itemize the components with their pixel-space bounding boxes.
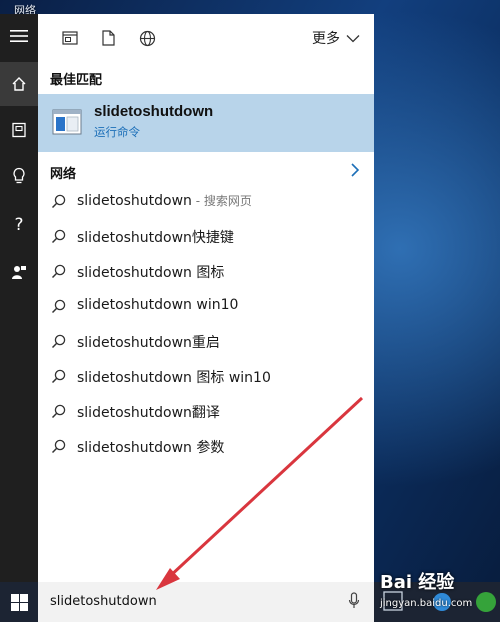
suggestion-item[interactable]: slidetoshutdown 图标 (38, 254, 374, 289)
hamburger-icon (10, 30, 28, 42)
suggestion-item[interactable]: slidetoshutdown 图标 win10 (38, 359, 374, 394)
best-match-name: slidetoshutdown (94, 103, 214, 120)
suggestion-text: slidetoshutdown快捷键 (77, 230, 234, 246)
feedback-icon (12, 266, 26, 279)
microphone-icon[interactable] (348, 592, 360, 610)
suggestion-item[interactable]: slidetoshutdown 参数 (38, 429, 374, 464)
question-icon: ? (14, 215, 23, 233)
search-icon (51, 229, 66, 244)
chevron-down-icon (346, 34, 360, 42)
baidu-watermark: Bai 经验 (380, 572, 455, 593)
start-button[interactable] (0, 582, 38, 622)
home-icon (12, 77, 26, 91)
taskbar-search-box[interactable]: slidetoshutdown (38, 582, 374, 622)
search-icon (51, 439, 66, 454)
notebook-icon (12, 122, 26, 138)
best-match-result[interactable]: slidetoshutdown 运行命令 (38, 94, 374, 152)
windows-logo-icon (10, 593, 28, 611)
app-icon-green (476, 592, 496, 612)
network-heading: 网络 (50, 167, 77, 182)
search-icon (51, 299, 66, 314)
help-button[interactable]: ? (0, 202, 38, 246)
suggestion-text: slidetoshutdown win10 (77, 297, 239, 313)
web-filter-button[interactable] (137, 28, 157, 48)
search-icon (51, 404, 66, 419)
panel-header: 更多 (38, 14, 374, 62)
search-icon (51, 334, 66, 349)
suggestion-text: slidetoshutdown翻译 (77, 405, 220, 421)
document-icon (101, 30, 115, 46)
suggestion-item[interactable]: slidetoshutdown - 搜索网页 (38, 184, 374, 219)
best-match-type: 运行命令 (94, 125, 140, 139)
best-match-heading: 最佳匹配 (50, 73, 103, 88)
feedback-button[interactable] (0, 250, 38, 294)
more-label: 更多 (312, 31, 340, 47)
svg-text:?: ? (14, 215, 23, 233)
suggestion-item[interactable]: slidetoshutdown重启 (38, 324, 374, 359)
search-icon (51, 369, 66, 384)
search-icon (51, 194, 66, 209)
globe-icon (139, 30, 155, 46)
network-section-header[interactable]: 网络 (38, 156, 374, 186)
lightbulb-icon (13, 167, 25, 184)
suggestion-text: slidetoshutdown重启 (77, 335, 220, 351)
suggestion-text: slidetoshutdown 图标 (77, 265, 225, 281)
suggestion-text: slidetoshutdown 参数 (77, 440, 225, 456)
tips-button[interactable] (0, 154, 38, 198)
suggestion-item[interactable]: slidetoshutdown快捷键 (38, 219, 374, 254)
suggestion-item[interactable]: slidetoshutdown win10 (38, 289, 374, 324)
run-command-icon (52, 109, 82, 135)
suggestion-text: slidetoshutdown (77, 193, 192, 209)
search-input[interactable]: slidetoshutdown (50, 594, 157, 609)
chevron-right-icon (351, 163, 360, 177)
home-button[interactable] (0, 62, 38, 106)
app-window-icon (62, 31, 78, 45)
apps-filter-button[interactable] (60, 28, 80, 48)
baidu-watermark-url: jingyan.baidu.com (380, 598, 473, 609)
search-icon (51, 264, 66, 279)
suggestion-web-hint: - 搜索网页 (191, 194, 252, 208)
cortana-sidebar: ? (0, 14, 38, 582)
hamburger-menu-button[interactable] (0, 14, 38, 58)
search-results-panel: 更多 最佳匹配 slidetoshutdown 运行命令 网络 slidetos… (38, 14, 374, 582)
documents-filter-button[interactable] (98, 28, 118, 48)
more-filters-dropdown[interactable]: 更多 (312, 28, 360, 48)
suggestion-item[interactable]: slidetoshutdown翻译 (38, 394, 374, 429)
results-list: 最佳匹配 slidetoshutdown 运行命令 网络 slidetoshut… (38, 62, 374, 582)
notebook-button[interactable] (0, 108, 38, 152)
suggestion-text: slidetoshutdown 图标 win10 (77, 370, 271, 386)
